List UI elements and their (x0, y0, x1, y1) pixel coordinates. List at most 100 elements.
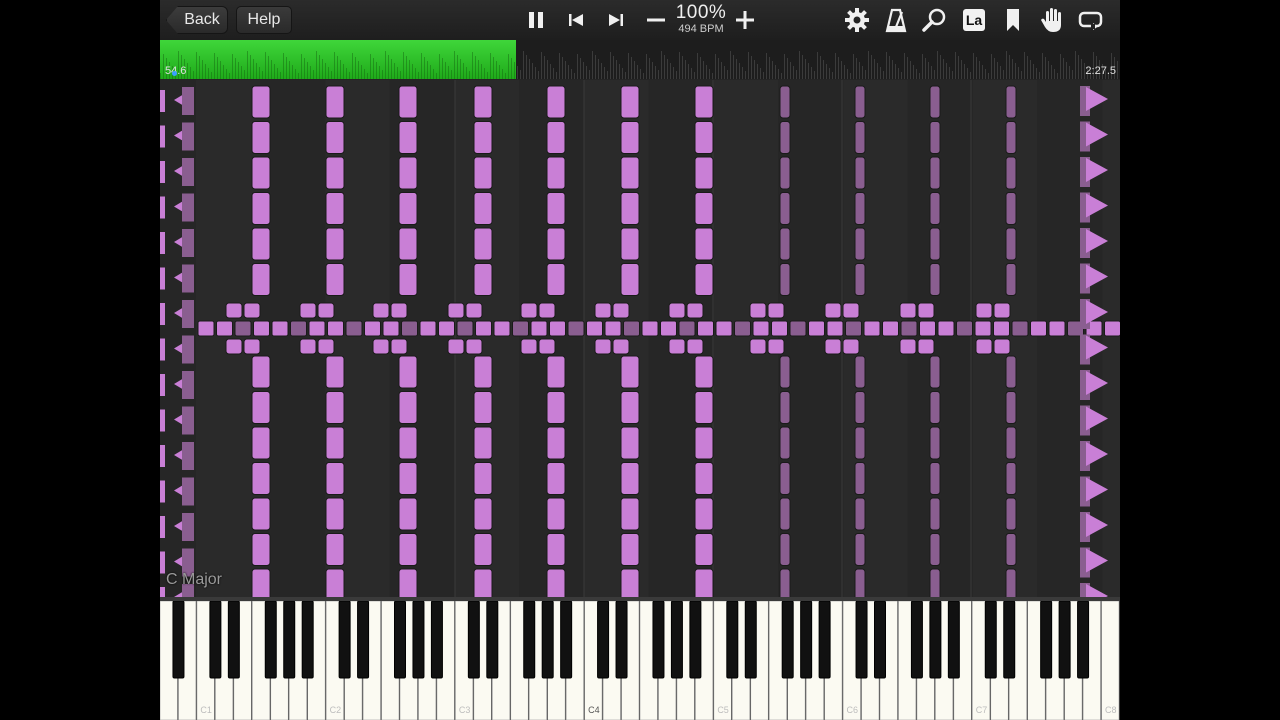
falling-note (473, 426, 493, 460)
edge-note (182, 300, 194, 328)
falling-note (854, 391, 866, 424)
falling-note (325, 85, 345, 119)
piano-keyboard[interactable]: C1 C2 C3 C4 C5 C6 C7 C8 (160, 597, 1120, 720)
black-key (744, 601, 757, 679)
falling-note (620, 156, 640, 190)
falling-note (251, 156, 271, 190)
falling-note (779, 192, 791, 225)
zoom-icon[interactable] (919, 4, 951, 36)
black-key (597, 601, 610, 679)
falling-note (251, 497, 271, 531)
black-key (652, 601, 665, 679)
hand-icon[interactable] (1036, 4, 1068, 36)
falling-note (974, 320, 992, 337)
falling-note (372, 338, 390, 355)
falling-note (929, 497, 941, 531)
falling-note (779, 355, 791, 389)
octave-label: C3 (459, 705, 471, 715)
falling-note (325, 263, 345, 296)
falling-note (493, 320, 511, 337)
total-time: 2:27.5 (1085, 65, 1116, 77)
black-key (172, 601, 185, 679)
falling-note (779, 263, 791, 296)
note-label-icon[interactable]: La (958, 4, 990, 36)
falling-note (694, 462, 714, 495)
falling-note (253, 320, 270, 337)
falling-note (929, 355, 941, 389)
falling-note (715, 320, 733, 337)
black-key (560, 601, 573, 679)
edge-note (160, 90, 165, 112)
falling-note (1005, 497, 1017, 531)
falling-note (623, 320, 640, 337)
black-key (855, 601, 868, 679)
falling-note (325, 568, 345, 597)
piano-keys[interactable]: C1 C2 C3 C4 C5 C6 C7 C8 (160, 601, 1120, 720)
song-progress-bar[interactable] (160, 40, 1120, 79)
falling-note (473, 497, 493, 531)
falling-note (251, 192, 271, 225)
falling-note (594, 338, 612, 355)
falling-note (845, 320, 862, 337)
falling-note (854, 192, 866, 225)
falling-note (668, 302, 686, 319)
falling-note (1048, 320, 1066, 337)
black-key (1003, 601, 1016, 679)
falling-note (317, 302, 335, 319)
falling-note (546, 192, 566, 225)
black-key (929, 601, 942, 679)
black-key (227, 601, 240, 679)
minus-icon[interactable] (640, 4, 672, 36)
falling-note (854, 227, 866, 261)
falling-note (473, 156, 493, 190)
black-key (689, 601, 702, 679)
playhead-marker[interactable] (172, 71, 177, 76)
falling-note (956, 320, 973, 337)
falling-note (993, 338, 1011, 355)
falling-note (251, 568, 271, 597)
edge-note (160, 587, 165, 597)
falling-note (398, 156, 418, 190)
edge-note (160, 516, 165, 538)
falling-note (734, 320, 751, 337)
falling-note (546, 533, 566, 566)
falling-note (390, 302, 408, 319)
falling-note (854, 533, 866, 566)
help-button[interactable]: Help (236, 6, 292, 34)
metronome-icon[interactable] (880, 4, 912, 36)
plus-icon[interactable] (729, 4, 761, 36)
skip-forward-icon[interactable] (600, 4, 632, 36)
skip-back-icon[interactable] (560, 4, 592, 36)
falling-note (475, 320, 492, 337)
falling-note (567, 320, 585, 337)
bookmark-icon[interactable] (997, 4, 1029, 36)
falling-note (419, 320, 437, 337)
falling-note (854, 263, 866, 296)
pause-icon[interactable] (520, 4, 552, 36)
octave-label: C2 (330, 705, 342, 715)
note-label-text: La (963, 9, 985, 31)
falling-note (325, 426, 345, 460)
falling-note (771, 320, 788, 337)
black-key (541, 601, 554, 679)
falling-note (929, 263, 941, 296)
edge-note (182, 335, 194, 364)
falling-note (694, 263, 714, 296)
black-key (264, 601, 277, 679)
back-button[interactable]: Back (166, 6, 228, 34)
falling-note (694, 533, 714, 566)
falling-note (641, 320, 659, 337)
black-key (1058, 601, 1071, 679)
loop-icon[interactable] (1075, 4, 1107, 36)
edge-note (160, 125, 165, 148)
falling-note (1005, 192, 1017, 225)
black-key (781, 601, 794, 679)
falling-note (594, 302, 612, 319)
falling-note (251, 227, 271, 261)
falling-notes-area (160, 80, 1120, 597)
falling-note (694, 426, 714, 460)
falling-note (697, 320, 714, 337)
falling-note (779, 568, 791, 597)
gear-icon[interactable] (841, 4, 873, 36)
falling-note (398, 263, 418, 296)
